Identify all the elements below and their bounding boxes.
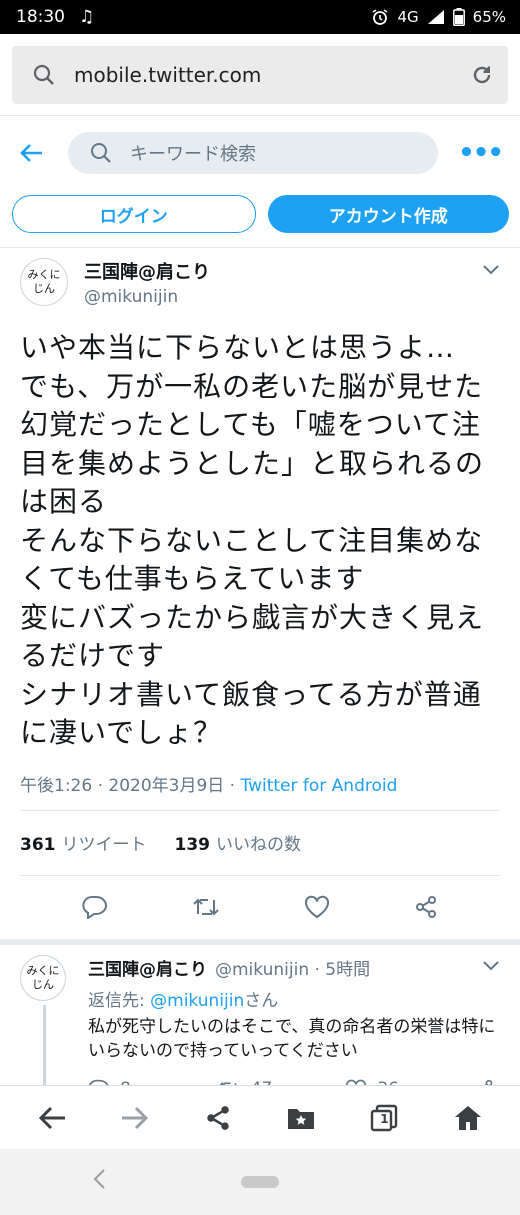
battery-percent: 65% bbox=[472, 8, 506, 26]
status-bar: 18:30 ♫ 4G 65% bbox=[0, 0, 520, 34]
browser-forward-icon[interactable] bbox=[120, 1105, 150, 1131]
browser-url-bar: mobile.twitter.com bbox=[0, 34, 520, 116]
reply-icon[interactable] bbox=[82, 895, 108, 919]
status-indicators: 4G 65% bbox=[371, 8, 506, 26]
twitter-header: キーワード検索 ••• bbox=[0, 116, 520, 189]
search-icon bbox=[32, 63, 56, 87]
tweet-meta: 午後1:26 · 2020年3月9日 · Twitter for Android bbox=[20, 771, 500, 796]
main-tweet: みくに じん 三国陣@肩こり @mikunijin いや本当に下らないとは思うよ… bbox=[0, 248, 520, 796]
battery-icon bbox=[452, 8, 465, 26]
search-icon bbox=[90, 142, 112, 164]
author-names: 三国陣@肩こり @mikunijin bbox=[84, 258, 210, 307]
signal-icon bbox=[427, 9, 445, 25]
login-button[interactable]: ログイン bbox=[12, 195, 256, 233]
system-back-icon[interactable] bbox=[92, 1168, 106, 1196]
browser-bottom-toolbar: 1 bbox=[0, 1085, 520, 1149]
reply-to-suffix: さん bbox=[244, 990, 279, 1011]
reply-to: 返信先: @mikunijinさん bbox=[88, 986, 500, 1011]
system-navigation-bar bbox=[0, 1149, 520, 1215]
search-placeholder: キーワード検索 bbox=[130, 143, 256, 165]
likes-label: いいねの数 bbox=[216, 835, 301, 855]
heart-icon[interactable] bbox=[304, 895, 330, 919]
tabs-count: 1 bbox=[380, 1111, 389, 1126]
search-input[interactable]: キーワード検索 bbox=[68, 131, 438, 174]
chevron-down-icon[interactable] bbox=[482, 260, 500, 281]
retweets-stat[interactable]: 361 リツイート bbox=[20, 830, 147, 855]
tabs-icon[interactable]: 1 bbox=[369, 1103, 399, 1133]
auth-buttons: ログイン アカウント作成 bbox=[0, 189, 520, 239]
tweet-source-link[interactable]: Twitter for Android bbox=[241, 776, 398, 796]
network-type: 4G bbox=[397, 8, 419, 26]
display-name[interactable]: 三国陣@肩こり bbox=[88, 955, 207, 980]
likes-count: 139 bbox=[174, 835, 211, 855]
display-name[interactable]: 三国陣@肩こり bbox=[84, 258, 210, 284]
reply-to-handle[interactable]: @mikunijin bbox=[150, 991, 244, 1011]
user-handle[interactable]: @mikunijin bbox=[84, 287, 210, 307]
reply-body: 三国陣@肩こり @mikunijin · 5時間 返信先: @mikunijin… bbox=[88, 955, 500, 1095]
retweet-icon[interactable] bbox=[192, 896, 220, 918]
browser-back-icon[interactable] bbox=[37, 1105, 67, 1131]
likes-stat[interactable]: 139 いいねの数 bbox=[175, 830, 302, 855]
share-icon[interactable] bbox=[414, 895, 438, 919]
retweets-label: リツイート bbox=[61, 835, 147, 855]
reply-tweet[interactable]: みくに じん 三国陣@肩こり @mikunijin · 5時間 返信先: @mi… bbox=[0, 945, 520, 1095]
url-field[interactable]: mobile.twitter.com bbox=[12, 46, 508, 104]
avatar[interactable]: みくに じん bbox=[20, 258, 68, 306]
more-options-icon[interactable]: ••• bbox=[458, 138, 504, 168]
reply-to-prefix: 返信先: bbox=[88, 990, 151, 1011]
tweet-text: いや本当に下らないとは思うよ… でも、万が一私の老いた脳が見せた 幻覚だったとし… bbox=[20, 331, 485, 749]
retweets-count: 361 bbox=[20, 835, 56, 855]
signup-button[interactable]: アカウント作成 bbox=[267, 195, 509, 233]
user-handle[interactable]: @mikunijin · 5時間 bbox=[215, 955, 370, 980]
chevron-down-icon[interactable] bbox=[482, 957, 500, 977]
back-arrow-icon[interactable] bbox=[18, 142, 44, 164]
alarm-icon bbox=[371, 8, 389, 26]
reload-icon[interactable] bbox=[470, 63, 494, 87]
thread-line bbox=[43, 1004, 46, 1095]
tweet-stats: 361 リツイート 139 いいねの数 bbox=[0, 811, 520, 875]
avatar[interactable]: みくに じん bbox=[20, 954, 66, 1001]
browser-share-icon[interactable] bbox=[204, 1104, 232, 1132]
url-text: mobile.twitter.com bbox=[74, 63, 262, 87]
home-pill[interactable] bbox=[241, 1176, 279, 1188]
tweet-header: みくに じん 三国陣@肩こり @mikunijin bbox=[20, 258, 500, 307]
tweet-actions bbox=[0, 876, 520, 939]
reply-text: 私が死守したいのはそこで、真の命名者の栄誉は特にいらないので持っていってください bbox=[88, 1016, 496, 1061]
tweet-timestamp: 午後1:26 · 2020年3月9日 · bbox=[20, 775, 241, 796]
reply-header: 三国陣@肩こり @mikunijin · 5時間 bbox=[88, 955, 500, 980]
status-time: 18:30 bbox=[16, 7, 65, 27]
home-icon[interactable] bbox=[453, 1104, 483, 1132]
bookmark-folder-icon[interactable] bbox=[286, 1105, 316, 1131]
music-note-icon: ♫ bbox=[79, 7, 95, 27]
